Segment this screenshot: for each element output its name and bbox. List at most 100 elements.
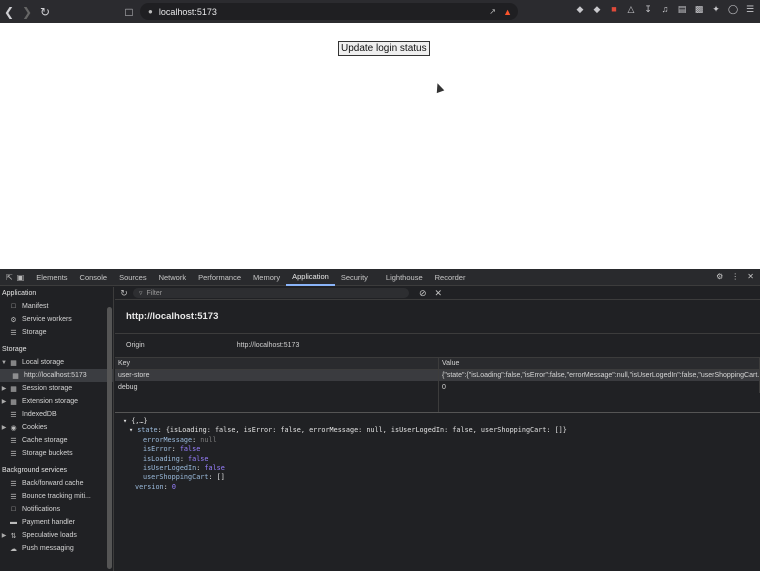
sidebar-item-localhost[interactable]: ▦ http://localhost:5173: [0, 369, 113, 382]
refresh-icon[interactable]: ↻: [115, 288, 133, 299]
close-icon[interactable]: ✕: [747, 272, 754, 281]
sidebar-item-indexeddb[interactable]: ☰ IndexedDB: [0, 408, 113, 421]
sidebar-section-application: Application: [2, 290, 37, 297]
leo-icon[interactable]: ✦: [710, 3, 722, 15]
cloud-icon: ☁: [10, 545, 17, 553]
media-icon[interactable]: ♫: [659, 3, 671, 15]
database-icon: ☰: [10, 329, 17, 337]
devtools-tabbar: ⇱ ▣ Elements Console Sources Network Per…: [0, 269, 760, 286]
sidebar-item-storage[interactable]: ☰ Storage: [0, 326, 113, 339]
sidebar-item-storage-buckets[interactable]: ☰ Storage buckets: [0, 447, 113, 460]
tab-console[interactable]: Console: [74, 269, 114, 286]
chevron-right-icon[interactable]: ▶: [0, 532, 8, 539]
tab-elements[interactable]: Elements: [30, 269, 73, 286]
preview-root[interactable]: ▾ {,…}: [123, 417, 760, 426]
reload-icon[interactable]: ↻: [36, 3, 54, 21]
sidebar-scrollbar[interactable]: [107, 307, 112, 569]
tab-memory[interactable]: Memory: [247, 269, 286, 286]
table-icon: ▦: [12, 372, 19, 380]
sidebar-item-manifest[interactable]: □ Manifest: [0, 300, 113, 313]
chevron-right-icon[interactable]: ▶: [0, 424, 8, 431]
origin-title: http://localhost:5173: [115, 300, 760, 334]
address-bar[interactable]: ● localhost:5173 ↗ ▲: [140, 3, 518, 20]
gear-icon: ⚙: [10, 316, 17, 324]
brave-shield-icon[interactable]: ▲: [503, 7, 512, 17]
preview-state[interactable]: ▾ state: {isLoading: false, isError: fal…: [123, 426, 760, 435]
extension-icon[interactable]: ■: [608, 3, 620, 15]
extension-icons: ◆ ◆ ■ △ ↧ ♫ ▤ ▩ ✦ ◯ ☰: [574, 3, 756, 15]
sidebar-item-local-storage[interactable]: ▼ ▦ Local storage: [0, 356, 113, 369]
sidebar-icon[interactable]: ▤: [676, 3, 688, 15]
sidebar-item-service-workers[interactable]: ⚙ Service workers: [0, 313, 113, 326]
card-icon: ▬: [10, 519, 17, 526]
table-row[interactable]: debug 0: [115, 381, 760, 393]
table-icon: ▦: [10, 398, 17, 406]
site-info-icon[interactable]: ●: [148, 7, 153, 16]
sidebar-item-cookies[interactable]: ▶ ◉ Cookies: [0, 421, 113, 434]
filter-icon: ▿: [139, 290, 143, 297]
chevron-down-icon[interactable]: ▼: [0, 360, 8, 366]
sidebar-item-session-storage[interactable]: ▶ ▦ Session storage: [0, 382, 113, 395]
preview-version: version: 0: [135, 482, 176, 491]
update-login-status-button[interactable]: Update login status: [338, 41, 430, 56]
table-row[interactable]: user-store {"state":{"isLoading":false,"…: [115, 369, 760, 381]
table-icon: ▦: [10, 385, 17, 393]
sidebar-item-push-messaging[interactable]: ☁ Push messaging: [0, 542, 113, 555]
browser-toolbar: ❮ ❯ ↻ □ ● localhost:5173 ↗ ▲ ◆ ◆ ■ △ ↧ ♫…: [0, 0, 760, 23]
inspect-icon[interactable]: ⇱: [6, 273, 13, 282]
forward-icon[interactable]: ❯: [18, 3, 36, 21]
database-icon: ☰: [10, 480, 17, 488]
back-icon[interactable]: ❮: [0, 3, 18, 21]
sidebar-item-speculative-loads[interactable]: ▶ ⇅ Speculative loads: [0, 529, 113, 542]
tab-network[interactable]: Network: [153, 269, 193, 286]
bookmark-icon[interactable]: □: [120, 3, 138, 21]
preview-field: isLoading: false: [143, 454, 209, 463]
table-icon: ▦: [10, 359, 17, 367]
web-page: Update login status: [0, 23, 760, 269]
column-header-key[interactable]: Key: [115, 358, 439, 370]
device-toggle-icon[interactable]: ▣: [17, 273, 25, 282]
sidebar-item-payment-handler[interactable]: ▬ Payment handler: [0, 516, 113, 529]
sidebar-item-bounce-tracking[interactable]: ☰ Bounce tracking miti...: [0, 490, 113, 503]
menu-icon[interactable]: ☰: [744, 3, 756, 15]
vpn-icon[interactable]: ◯: [727, 3, 739, 15]
wallet-icon[interactable]: ▩: [693, 3, 705, 15]
local-storage-panel: ↻ ▿ Filter ⊘ ✕ http://localhost:5173 Ori…: [115, 287, 760, 571]
tab-application[interactable]: Application: [286, 269, 335, 286]
tab-performance[interactable]: Performance: [192, 269, 247, 286]
preview-field: userShoppingCart: []: [143, 473, 225, 482]
filter-input[interactable]: ▿ Filter: [133, 288, 409, 298]
extension-icon[interactable]: ◆: [574, 3, 586, 15]
extension-icon[interactable]: ◆: [591, 3, 603, 15]
more-options-icon[interactable]: ⋮: [731, 272, 739, 281]
table-cell-value: 0: [438, 381, 760, 393]
tab-recorder[interactable]: Recorder: [429, 269, 472, 286]
arrows-icon: ⇅: [10, 532, 17, 540]
sidebar-section-storage: Storage: [2, 346, 27, 353]
value-preview: ▾ {,…} ▾ state: {isLoading: false, isErr…: [115, 413, 760, 492]
delete-selected-icon[interactable]: ✕: [435, 288, 443, 299]
mouse-cursor-icon: [433, 81, 445, 94]
preview-field: isError: false: [143, 445, 201, 454]
chevron-right-icon[interactable]: ▶: [0, 385, 8, 392]
tab-security[interactable]: Security: [335, 269, 374, 286]
tab-lighthouse[interactable]: Lighthouse: [380, 269, 429, 286]
sidebar-item-extension-storage[interactable]: ▶ ▦ Extension storage: [0, 395, 113, 408]
sidebar-item-cache-storage[interactable]: ☰ Cache storage: [0, 434, 113, 447]
sidebar-item-notifications[interactable]: □ Notifications: [0, 503, 113, 516]
settings-gear-icon[interactable]: ⚙: [716, 272, 723, 281]
download-icon[interactable]: ↧: [642, 3, 654, 15]
origin-value: http://localhost:5173: [236, 342, 300, 349]
puzzle-icon[interactable]: △: [625, 3, 637, 15]
sidebar-item-back-forward-cache[interactable]: ☰ Back/forward cache: [0, 477, 113, 490]
origin-label: Origin: [126, 342, 145, 349]
share-icon[interactable]: ↗: [489, 7, 496, 16]
origin-row: Origin http://localhost:5173: [115, 334, 760, 358]
file-icon: □: [11, 506, 16, 513]
table-cell-key: debug: [115, 381, 439, 393]
database-icon: ☰: [10, 450, 17, 458]
tab-sources[interactable]: Sources: [113, 269, 153, 286]
chevron-right-icon[interactable]: ▶: [0, 398, 8, 405]
clear-all-icon[interactable]: ⊘: [419, 288, 427, 299]
column-header-value[interactable]: Value: [438, 358, 760, 370]
